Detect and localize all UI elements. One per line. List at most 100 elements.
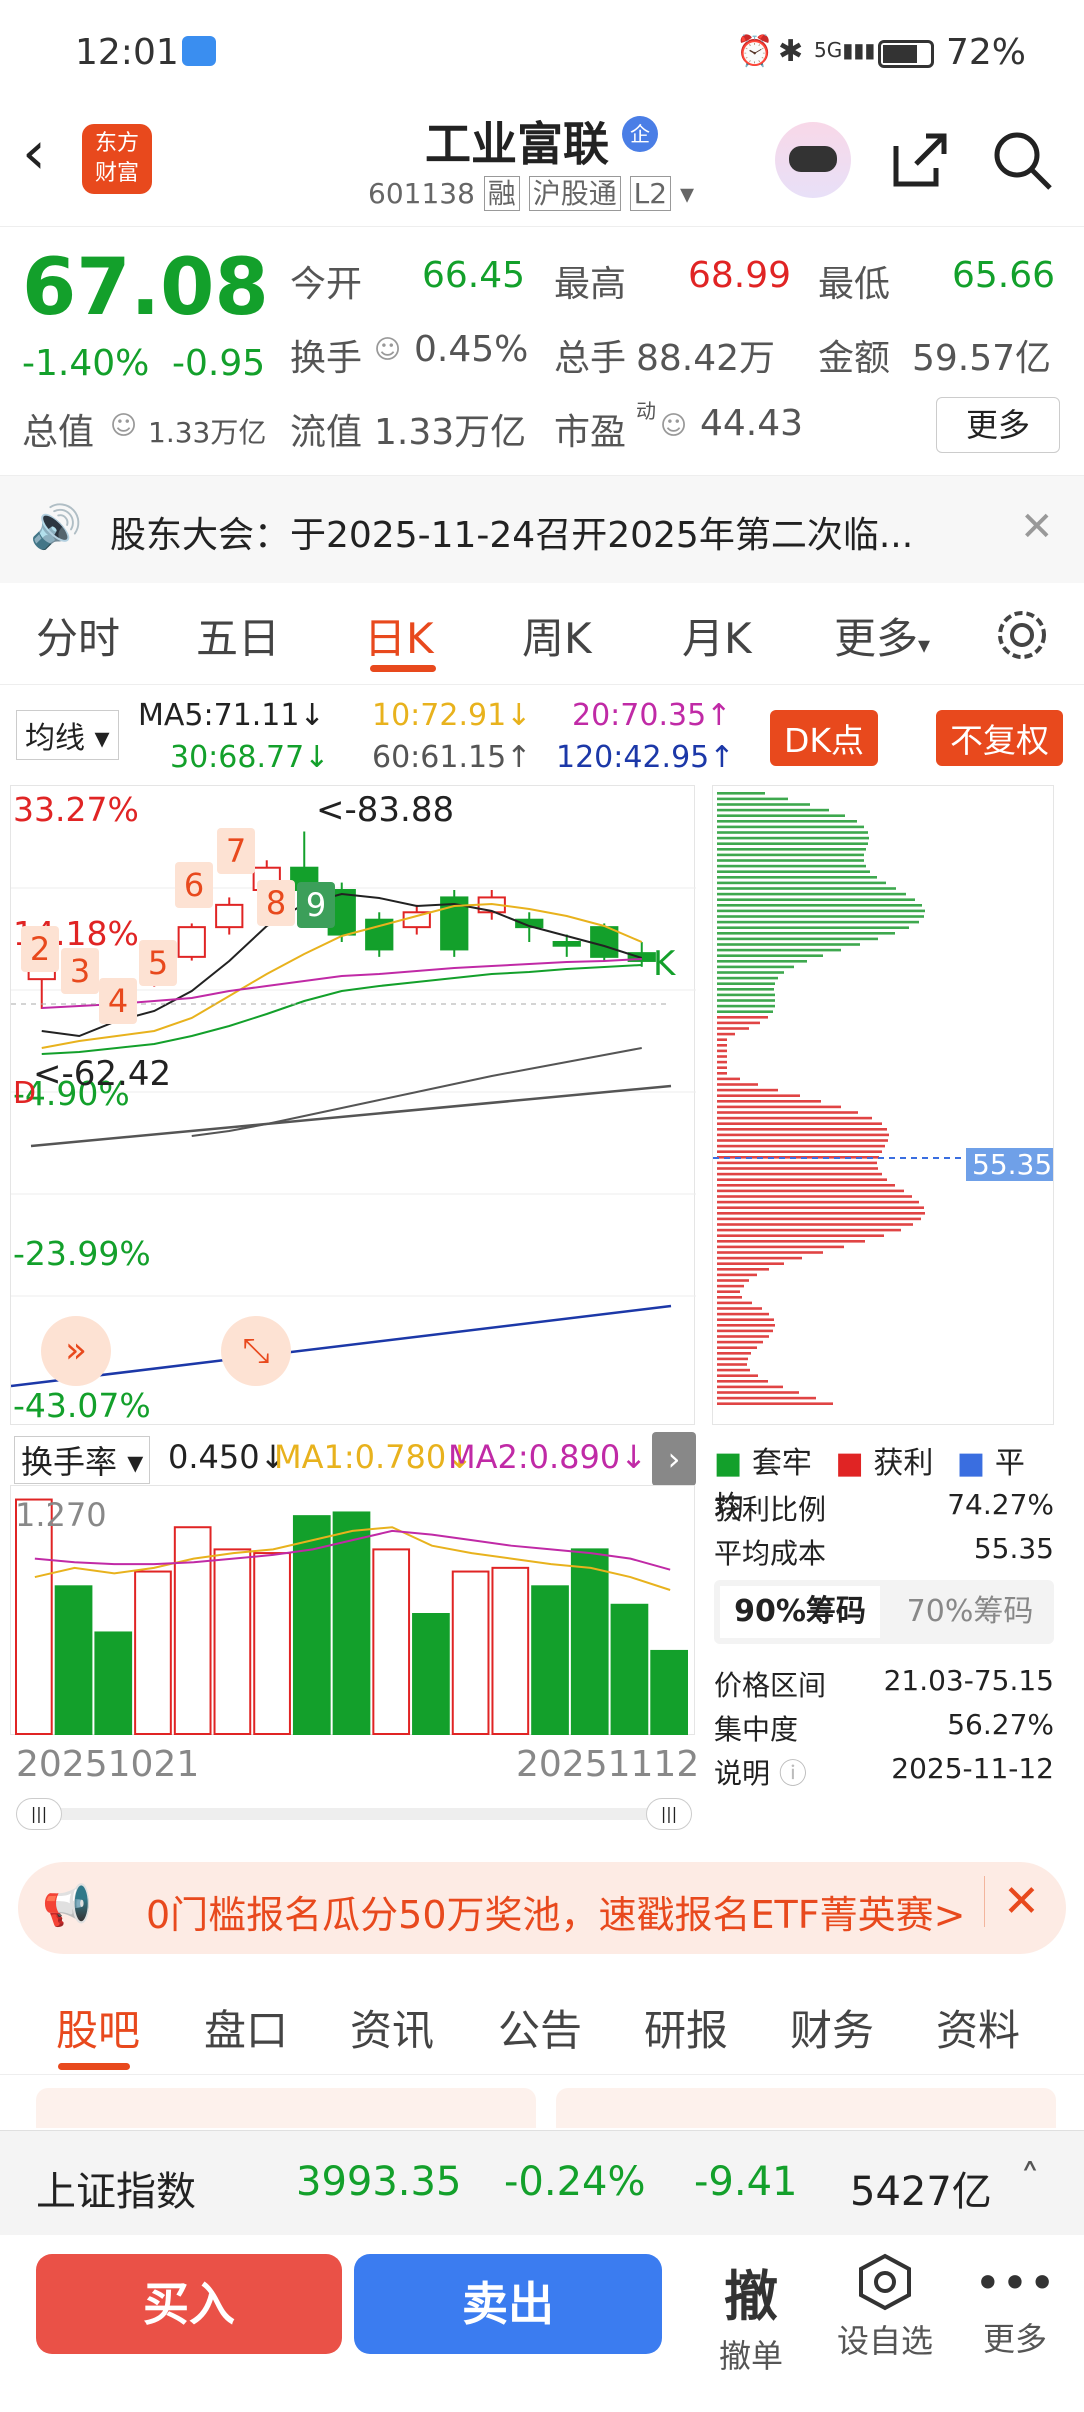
dropdown-icon[interactable]: ▾ xyxy=(680,177,694,210)
tab-intraday[interactable]: 分时 xyxy=(36,605,120,666)
chip-bar xyxy=(717,1094,800,1097)
ma5-value: MA5:71.11↓ xyxy=(138,698,325,733)
turnover-chart[interactable]: 1.270 xyxy=(10,1485,695,1736)
range-row: 价格区间 21.03-75.15 xyxy=(714,1664,1054,1704)
chip-bar xyxy=(717,831,868,834)
turnover-bar xyxy=(15,1498,53,1735)
tab-five-day[interactable]: 五日 xyxy=(196,605,280,666)
info-icon[interactable]: ☺ xyxy=(110,411,137,441)
chip-bar xyxy=(717,1262,784,1265)
chip-bar xyxy=(717,1195,912,1198)
announcement-bar[interactable]: 🔊 股东大会：于2025-11-24召开2025年第二次临... ✕ xyxy=(0,475,1084,583)
range-handle-left[interactable]: ||| xyxy=(16,1798,62,1830)
chip-bar xyxy=(717,920,919,924)
pe-sup: 动 xyxy=(636,399,656,423)
dk-point-button[interactable]: DK点 xyxy=(770,710,879,766)
chip-bar xyxy=(717,820,857,823)
tab-forum[interactable]: 股吧 xyxy=(56,1997,140,2058)
tab-more[interactable]: 更多▾ xyxy=(834,605,930,666)
bluetooth-icon: ✱ xyxy=(778,34,804,69)
tab-announcements[interactable]: 公告 xyxy=(498,1997,582,2058)
enterprise-badge: 企 xyxy=(622,116,658,152)
app-logo[interactable]: 东方 财富 xyxy=(82,124,152,194)
tab-news[interactable]: 资讯 xyxy=(350,1997,434,2058)
range-handle-right[interactable]: ||| xyxy=(646,1798,692,1830)
range-label: 价格区间 xyxy=(714,1669,827,1702)
chip-bar xyxy=(717,1150,882,1153)
chevron-up-icon[interactable]: ˄ xyxy=(1020,2157,1040,2203)
tab-financials[interactable]: 财务 xyxy=(790,1997,874,2058)
battery-level: 72% xyxy=(946,32,1027,73)
tab-orderbook[interactable]: 盘口 xyxy=(204,1997,288,2058)
chip-bar xyxy=(717,1301,752,1305)
range-scrollbar[interactable]: ||| ||| xyxy=(16,1798,692,1830)
tab-daily-k[interactable]: 日K xyxy=(364,605,434,666)
content-card-peek[interactable] xyxy=(36,2088,536,2128)
tab-chip-70[interactable]: 70%筹码 xyxy=(890,1586,1050,1638)
ma-selector[interactable]: 均线 ▾ xyxy=(16,710,119,760)
info-icon[interactable]: ☺ xyxy=(660,411,687,441)
chip-bar xyxy=(717,1279,749,1282)
tab-research[interactable]: 研报 xyxy=(644,1997,728,2058)
chip-bar xyxy=(717,1184,895,1187)
ma10-value: 10:72.91↓ xyxy=(372,698,532,733)
collapse-panel-icon[interactable]: › xyxy=(652,1432,696,1486)
range-value: 21.03-75.15 xyxy=(883,1664,1054,1697)
close-icon[interactable]: ✕ xyxy=(984,1876,1040,1927)
date-start: 20251021 xyxy=(16,1744,200,1785)
chip-bar xyxy=(717,1021,760,1025)
back-icon[interactable]: ‹ xyxy=(22,118,46,188)
chip-bar xyxy=(717,842,868,845)
tab-profile[interactable]: 资料 xyxy=(936,1997,1020,2058)
chip-bar xyxy=(717,926,909,929)
volume-label: 总手 xyxy=(554,338,627,379)
chip-bar xyxy=(717,915,924,918)
chip-bar xyxy=(717,1273,757,1277)
turnover-bar xyxy=(332,1511,371,1736)
fast-forward-icon[interactable]: » xyxy=(41,1316,111,1386)
chip-bar xyxy=(717,1335,769,1338)
expand-icon[interactable]: ⤡ xyxy=(221,1316,291,1386)
more-menu-button[interactable]: ••• 更多 xyxy=(970,2252,1060,2360)
legend-avg-icon: ■ xyxy=(956,1446,986,1481)
mcap-value: 1.33万亿 xyxy=(148,416,267,449)
cancel-order-button[interactable]: 撤 撤单 xyxy=(706,2252,796,2377)
close-icon[interactable]: ✕ xyxy=(1020,504,1054,550)
promo-text[interactable]: 0门槛报名瓜分50万奖池，速戳报名ETF菁英赛> xyxy=(146,1884,976,1939)
tag-connect: 沪股通 xyxy=(528,176,621,211)
robot-avatar-icon[interactable] xyxy=(775,122,851,198)
turnover-axis-top: 1.270 xyxy=(15,1496,107,1534)
promo-banner[interactable]: 📢 0门槛报名瓜分50万奖池，速戳报名ETF菁英赛> ✕ xyxy=(18,1862,1066,1954)
content-card-peek[interactable] xyxy=(556,2088,1056,2128)
axis-label-top: 33.27% xyxy=(13,790,139,829)
more-button[interactable]: 更多 xyxy=(936,397,1060,453)
announcement-text[interactable]: 股东大会：于2025-11-24召开2025年第二次临... xyxy=(110,506,913,558)
hexagon-gear-icon xyxy=(859,2253,911,2311)
chip-distribution-svg xyxy=(713,792,1053,1405)
settings-icon[interactable] xyxy=(994,607,1050,663)
kline-chart[interactable]: 33.27% 14.18% -4.90% D -23.99% -43.07% <… xyxy=(10,785,696,1425)
turnover-label: 换手 xyxy=(290,338,363,379)
info-icon[interactable]: ☺ xyxy=(374,335,401,365)
add-watchlist-button[interactable]: 设自选 xyxy=(830,2252,940,2362)
no-adjust-button[interactable]: 不复权 xyxy=(936,710,1063,766)
tab-chip-90[interactable]: 90%筹码 xyxy=(720,1586,880,1638)
tab-monthly-k[interactable]: 月K xyxy=(682,605,752,666)
search-icon[interactable] xyxy=(990,128,1054,192)
sell-button[interactable]: 卖出 xyxy=(354,2254,662,2354)
chip-bar xyxy=(717,1105,841,1109)
share-icon[interactable] xyxy=(888,128,952,192)
chip-bar xyxy=(717,1178,887,1181)
buy-button[interactable]: 买入 xyxy=(36,2254,342,2354)
chip-bar xyxy=(717,1396,816,1400)
index-ticker[interactable]: 上证指数 3993.35 -0.24% -9.41 5427亿 ˄ xyxy=(0,2130,1084,2235)
ma120-value: 120:42.95↑ xyxy=(556,740,735,775)
tab-weekly-k[interactable]: 周K xyxy=(522,605,592,666)
high-marker: <-83.88 xyxy=(316,790,455,830)
change-amt: -0.95 xyxy=(172,343,266,384)
turnover-selector[interactable]: 换手率 ▾ xyxy=(14,1436,151,1484)
info-circle-icon[interactable]: ⓘ xyxy=(779,1757,807,1790)
chip-bar xyxy=(717,948,841,952)
chart-tabs: 分时 五日 日K 周K 月K 更多▾ xyxy=(0,585,1084,685)
seq-chip: 7 xyxy=(217,828,255,874)
